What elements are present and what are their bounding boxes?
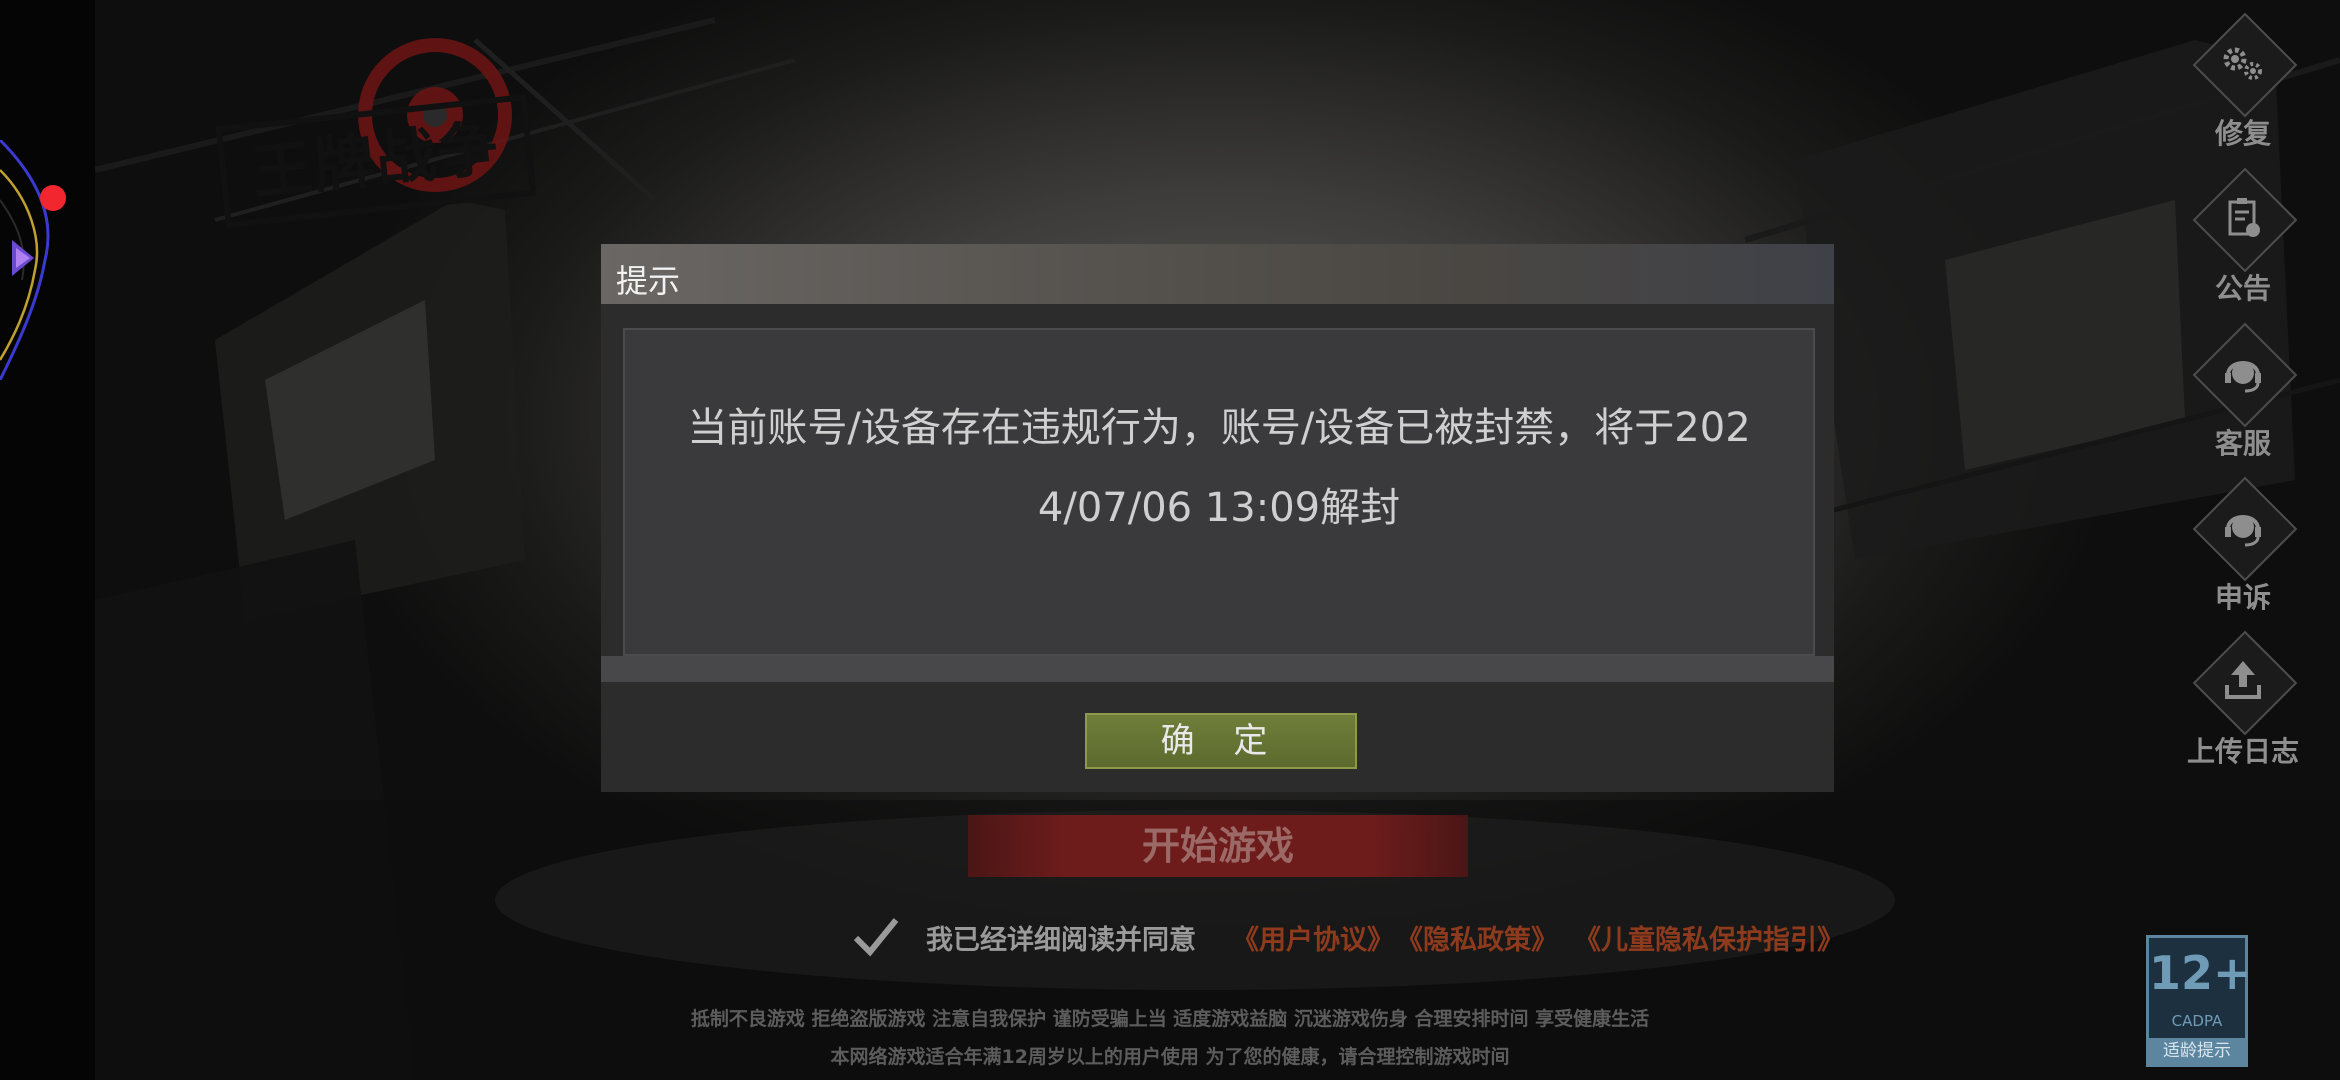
tool-label: 上传日志: [2186, 735, 2299, 768]
confirm-button[interactable]: 确 定: [1085, 713, 1357, 769]
tool-upload-log[interactable]: 上传日志: [2140, 630, 2340, 788]
age-rating-number: 12+: [2149, 946, 2252, 1000]
game-logo: 王牌战争: [100, 30, 560, 229]
dialog-message-line-2: 4/07/06 13:09解封: [1037, 485, 1401, 531]
privacy-policy-link[interactable]: 《隐私政策》: [1396, 918, 1558, 957]
dialog-message-box: 当前账号/设备存在违规行为，账号/设备已被封禁，将于202 4/07/06 13…: [623, 328, 1815, 656]
ban-notice-dialog: 提示 当前账号/设备存在违规行为，账号/设备已被封禁，将于202 4/07/06…: [601, 244, 1834, 792]
upload-icon: [2225, 661, 2261, 699]
tool-notice[interactable]: 公告: [2140, 167, 2340, 325]
headset-icon: [2225, 515, 2261, 547]
user-agreement-link[interactable]: 《用户协议》: [1232, 918, 1394, 957]
tool-customer-service[interactable]: 客服: [2140, 322, 2340, 480]
agreement-checkbox[interactable]: [850, 910, 902, 962]
agreement-row: 我已经详细阅读并同意 《用户协议》 《隐私政策》 《儿童隐私保护指引》: [850, 910, 1950, 960]
dialog-titlebar: 提示: [601, 244, 1834, 304]
side-tools-panel: 修复 公告 客服 申诉 上传日志: [2140, 12, 2340, 780]
gear-icon: [2223, 47, 2262, 80]
age-suitability-notice: 本网络游戏适合年满12周岁以上的用户使用 为了您的健康，请合理控制游戏时间: [830, 1046, 1510, 1068]
age-rating-label: 适龄提示: [2149, 1038, 2245, 1064]
tool-label: 申诉: [2214, 581, 2271, 614]
tool-label: 客服: [2214, 427, 2271, 460]
child-privacy-link[interactable]: 《儿童隐私保护指引》: [1574, 918, 1844, 957]
dialog-message: 当前账号/设备存在违规行为，账号/设备已被封禁，将于202 4/07/06 13…: [625, 388, 1813, 548]
headset-icon: [2225, 361, 2261, 393]
notification-dot: [40, 185, 66, 211]
dialog-title: 提示: [616, 262, 681, 300]
dialog-divider: [601, 656, 1834, 682]
notice-icon: [2228, 198, 2260, 237]
age-rating-badge[interactable]: 12+ CADPA 适龄提示: [2146, 935, 2252, 1067]
tool-appeal[interactable]: 申诉: [2140, 476, 2340, 634]
dialog-message-line-1: 当前账号/设备存在违规行为，账号/设备已被封禁，将于202: [687, 405, 1751, 451]
tool-repair[interactable]: 修复: [2140, 12, 2340, 170]
tool-label: 修复: [2214, 117, 2271, 150]
tool-label: 公告: [2214, 272, 2271, 305]
start-game-button[interactable]: 开始游戏: [968, 815, 1468, 877]
health-notice: 抵制不良游戏 拒绝盗版游戏 注意自我保护 谨防受骗上当 适度游戏益脑 沉迷游戏伤…: [690, 1008, 1650, 1030]
left-black-strip: [0, 0, 95, 1080]
floating-assistant-icon[interactable]: [0, 140, 60, 380]
agreement-text: 我已经详细阅读并同意: [926, 925, 1196, 956]
age-rating-org: CADPA: [2171, 1012, 2223, 1030]
